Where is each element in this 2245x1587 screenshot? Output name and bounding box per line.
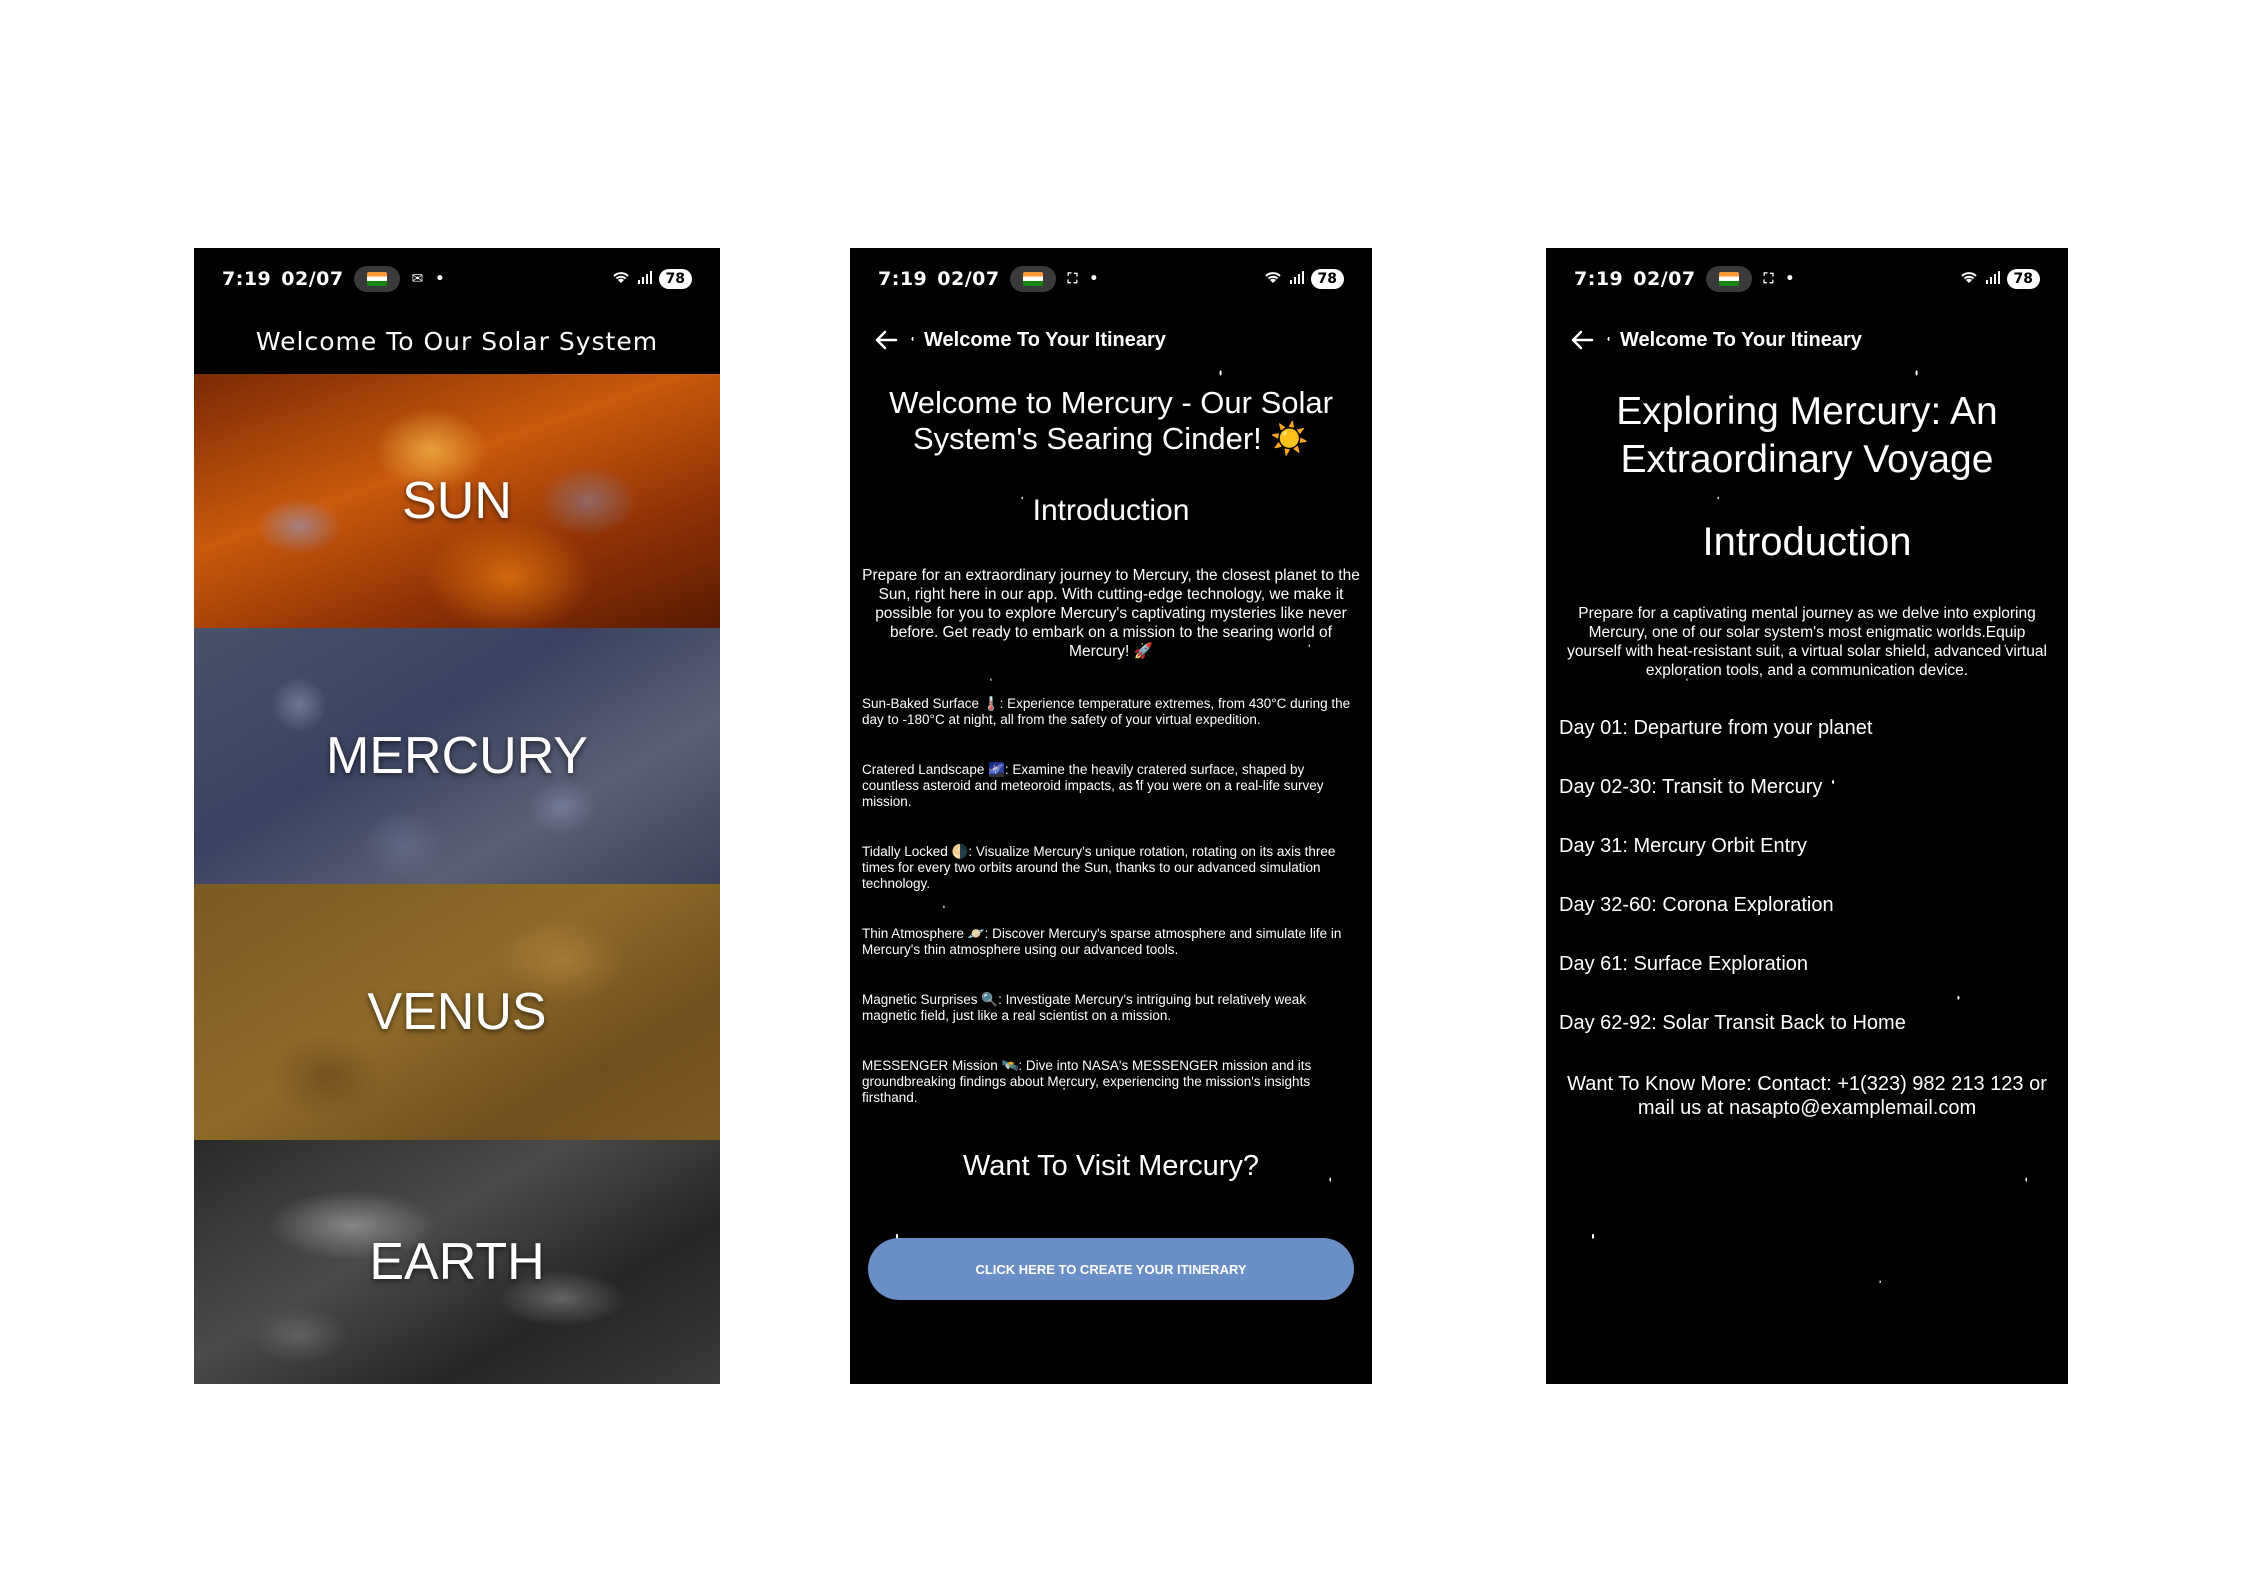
battery-indicator: 78	[658, 269, 692, 289]
wifi-icon	[611, 269, 631, 289]
contact-text: Want To Know More: Contact: +1(323) 982 …	[1567, 1073, 2047, 1119]
screenshot-icon: ⛶	[1763, 271, 1774, 287]
back-arrow-icon[interactable]	[872, 326, 900, 354]
notification-dot-icon: •	[1785, 271, 1795, 287]
visit-heading: Want To Visit Mercury?	[962, 1150, 1259, 1182]
status-bar: 7:19 02/07 ✉ • 78	[194, 248, 720, 310]
flag-icon	[1705, 266, 1752, 292]
wifi-icon	[1959, 269, 1979, 289]
itinerary-list: Day 01: Departure from your planet Day 0…	[1559, 716, 2058, 1070]
planet-card-venus[interactable]: VENUS	[194, 884, 720, 1140]
itinerary-day: Day 31: Mercury Orbit Entry	[1559, 835, 1807, 857]
phone-screen-solar-system: 7:19 02/07 ✉ • 78 Welcome To Our Solar S…	[194, 248, 720, 1384]
appbar-title: Welcome To Your Itineary	[924, 328, 1166, 351]
itinerary-day: Day 02-30: Transit to Mercury	[1559, 776, 1823, 798]
create-itinerary-button[interactable]: CLICK HERE TO CREATE YOUR ITINERARY	[868, 1238, 1354, 1300]
flag-icon	[353, 266, 400, 292]
status-date: 02/07	[281, 268, 344, 290]
introduction-text: Prepare for a captivating mental journey…	[1567, 605, 2047, 679]
signal-icon	[1985, 270, 2001, 288]
status-time: 7:19	[878, 268, 928, 290]
itinerary-day: Day 61: Surface Exploration	[1559, 953, 1809, 975]
status-bar: 7:19 02/07 ⛶ • 78	[1546, 248, 2068, 310]
wifi-icon	[1263, 269, 1283, 289]
feature-item: Cratered Landscape 🌌: Examine the heavil…	[862, 762, 1324, 809]
signal-icon	[637, 270, 653, 288]
itinerary-day: Day 62-92: Solar Transit Back to Home	[1559, 1012, 1906, 1034]
status-date: 02/07	[1633, 268, 1696, 290]
planet-card-sun[interactable]: SUN	[194, 374, 720, 628]
page-title: Welcome To Our Solar System	[255, 326, 659, 356]
mercury-heading: Welcome to Mercury - Our Solar System's …	[889, 385, 1333, 456]
feature-item: Tidally Locked 🌗: Visualize Mercury's un…	[862, 844, 1336, 891]
screenshot-icon: ⛶	[1067, 271, 1078, 287]
appbar-title: Welcome To Your Itineary	[1620, 328, 1862, 351]
planet-card-mercury[interactable]: MERCURY	[194, 628, 720, 884]
notification-dot-icon: •	[435, 271, 445, 287]
introduction-heading: Introduction	[1032, 494, 1190, 527]
flag-icon	[1009, 266, 1056, 292]
battery-indicator: 78	[2006, 269, 2040, 289]
itinerary-day: Day 32-60: Corona Exploration	[1559, 894, 1834, 916]
app-bar: Welcome To Your Itineary	[850, 310, 1372, 370]
notification-dot-icon: •	[1089, 271, 1099, 287]
feature-item: MESSENGER Mission 🛰️: Dive into NASA's M…	[862, 1058, 1312, 1105]
phone-screen-itinerary: 7:19 02/07 ⛶ • 78 Welcome To Your Itinea…	[1546, 248, 2068, 1384]
voyage-heading: Exploring Mercury: An Extraordinary Voya…	[1616, 390, 1998, 481]
feature-item: Sun-Baked Surface 🌡️: Experience tempera…	[862, 696, 1351, 727]
itinerary-day: Day 01: Departure from your planet	[1559, 717, 1873, 739]
app-bar: Welcome To Your Itineary	[1546, 310, 2068, 370]
status-time: 7:19	[1574, 268, 1624, 290]
planet-card-earth[interactable]: EARTH	[194, 1140, 720, 1384]
feature-item: Thin Atmosphere 🪐: Discover Mercury's sp…	[862, 926, 1342, 957]
status-bar: 7:19 02/07 ⛶ • 78	[850, 248, 1372, 310]
phone-screen-mercury-info: 7:19 02/07 ⛶ • 78 Welcome To Your Itinea…	[850, 248, 1372, 1384]
feature-item: Magnetic Surprises 🔍: Investigate Mercur…	[862, 992, 1307, 1023]
feature-list: Sun-Baked Surface 🌡️: Experience tempera…	[862, 696, 1360, 1140]
battery-indicator: 78	[1310, 269, 1344, 289]
introduction-heading: Introduction	[1702, 520, 1912, 564]
introduction-text: Prepare for an extraordinary journey to …	[862, 567, 1360, 660]
message-icon: ✉	[411, 271, 424, 287]
status-time: 7:19	[222, 268, 272, 290]
status-date: 02/07	[937, 268, 1000, 290]
signal-icon	[1289, 270, 1305, 288]
back-arrow-icon[interactable]	[1568, 326, 1596, 354]
